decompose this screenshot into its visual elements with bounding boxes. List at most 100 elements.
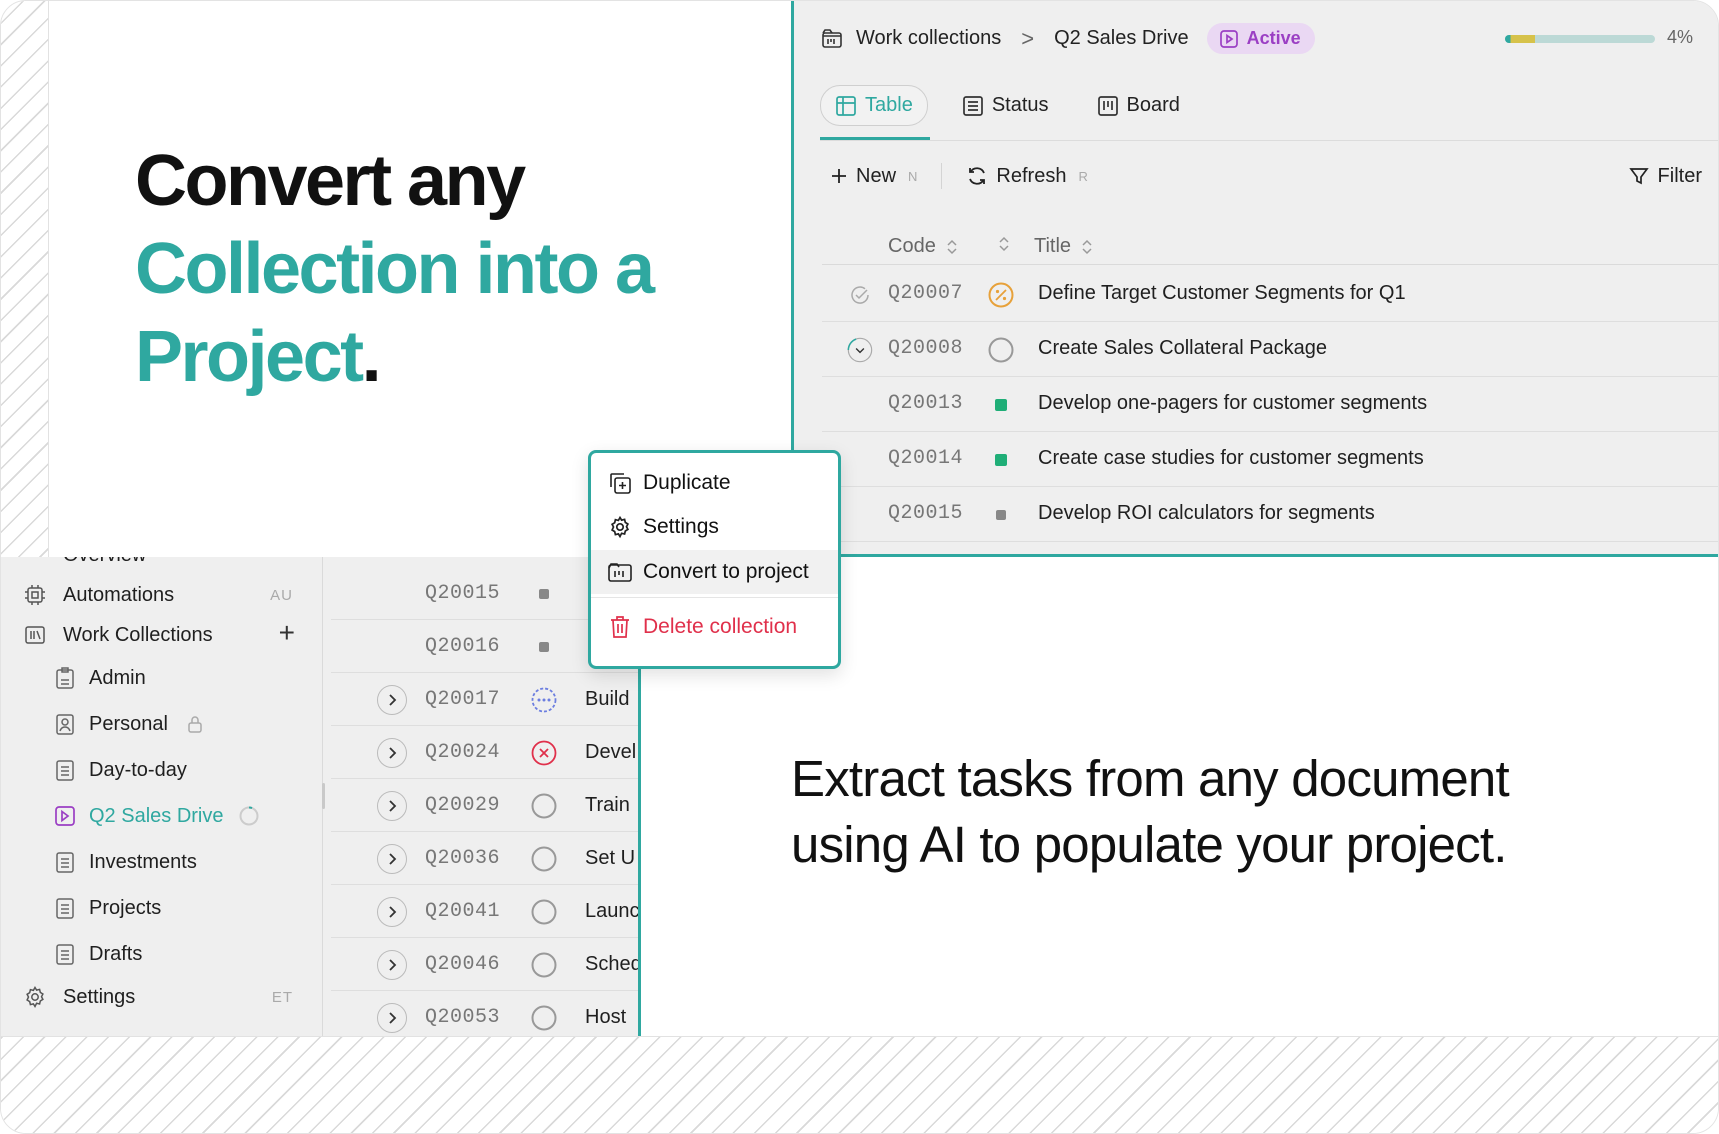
sidebar-item-day-to-day[interactable]: Day-to-day [1,750,323,790]
empty-status-icon[interactable] [530,898,558,926]
sidebar-item-admin[interactable]: Admin [1,658,323,698]
sidebar-item-label: Q2 Sales Drive [89,804,224,827]
table-row[interactable]: Q20013 Develop one-pagers for customer s… [822,377,1718,432]
row-code: Q20013 [888,392,964,415]
tab-board-label: Board [1126,94,1180,116]
table-row[interactable]: Q20008 Create Sales Collateral Package [822,322,1718,377]
refresh-button[interactable]: Refresh R [966,165,1088,188]
empty-status-icon[interactable] [530,845,558,873]
tab-board[interactable]: Board [1083,86,1194,125]
check-circle-icon[interactable] [849,284,871,306]
done-status-icon[interactable] [994,398,1008,412]
list-item[interactable]: Q20046 Sched [331,938,638,991]
empty-status-icon[interactable] [530,951,558,979]
expand-chevron-icon[interactable] [377,950,407,980]
list-item[interactable]: Q20036 Set U [331,832,638,885]
empty-status-icon[interactable] [530,1004,558,1032]
table-row[interactable]: Q20014 Create case studies for customer … [822,432,1718,487]
sort-icon [999,236,1009,251]
table-header: Code Title [822,229,1718,265]
menu-item-label: Settings [643,515,719,538]
tab-table[interactable]: Table [820,85,928,126]
progress-fill [1505,35,1535,43]
collection-panel: Work collections > Q2 Sales Drive Active… [791,1,1718,557]
sidebar-item-work-collections[interactable]: Work Collections + [1,615,323,655]
menu-item-settings[interactable]: Settings [591,505,838,549]
feature-description-line-2: using AI to populate your project. [791,816,1507,873]
filter-button-label: Filter [1657,164,1702,187]
expand-chevron-icon[interactable] [377,738,407,768]
empty-status-icon[interactable] [530,792,558,820]
filter-button[interactable]: Filter [1628,165,1702,188]
row-title: Develop ROI calculators for segments [1038,502,1375,524]
add-collection-button[interactable]: + [279,617,295,649]
partial-status-icon[interactable] [987,281,1015,309]
gear-icon [610,515,630,539]
cancelled-status-icon[interactable] [530,739,558,767]
filter-icon [1628,168,1649,185]
sidebar-item-personal[interactable]: Personal [1,704,323,744]
row-title: Build [585,688,630,710]
list-item[interactable]: Q20017 Build [331,673,638,726]
hero-line-3: Project [135,317,364,397]
table-body: Q20007 Define Target Customer Segments f… [822,267,1718,542]
row-code: Q20016 [425,635,501,658]
in-progress-status-icon[interactable] [530,686,558,714]
new-shortcut: N [908,168,918,184]
collections-icon [822,28,842,48]
list-item[interactable]: Q20041 Launc [331,885,640,938]
breadcrumb-root[interactable]: Work collections [856,27,1001,50]
todo-status-icon[interactable] [538,641,550,653]
row-code: Q20014 [888,447,964,470]
doc-icon [56,944,74,965]
column-title[interactable]: Title [1034,235,1093,258]
list-item[interactable]: Q20024 Devel [331,726,638,779]
row-code: Q20046 [425,953,501,976]
expand-chevron-icon[interactable] [377,791,407,821]
expand-chevron-icon[interactable] [377,1003,407,1033]
list-item[interactable]: Q20029 Train [331,779,638,832]
sidebar-resize-handle[interactable] [322,783,325,809]
sidebar-item-label: Day-to-day [89,758,187,781]
row-title: Launc [585,900,640,922]
column-code[interactable]: Code [888,235,958,258]
expand-chevron-icon[interactable] [846,332,874,368]
sort-icon [947,239,957,254]
list-item[interactable]: Q20053 Host [331,991,638,1036]
sidebar-item-label: Personal [89,712,168,735]
feature-description-line-1: Extract tasks from any document [791,750,1510,807]
todo-status-icon[interactable] [995,509,1007,521]
tab-status-label: Status [991,94,1049,116]
breadcrumb-current[interactable]: Q2 Sales Drive [1054,27,1189,50]
tab-status[interactable]: Status [948,86,1063,125]
new-button-label: New [856,164,897,187]
status-badge[interactable]: Active [1206,23,1315,54]
menu-item-duplicate[interactable]: Duplicate [591,461,838,505]
menu-item-delete-collection[interactable]: Delete collection [591,605,838,649]
sidebar-item-q2-sales-drive[interactable]: Q2 Sales Drive [1,796,323,836]
todo-status-icon[interactable] [538,588,550,600]
doc-icon [56,760,74,781]
sidebar-item-automations[interactable]: Automations AU [1,575,323,615]
sidebar: Overview Automations AU Work Collections… [1,557,325,1036]
done-status-icon[interactable] [994,453,1008,467]
table-row[interactable]: Q20007 Define Target Customer Segments f… [822,267,1718,322]
expand-chevron-icon[interactable] [377,897,407,927]
sidebar-item-overview[interactable]: Overview [1,557,323,575]
column-status-sort[interactable] [998,235,1010,259]
duplicate-icon [610,473,631,494]
sidebar-item-drafts[interactable]: Drafts [1,934,323,974]
expand-chevron-icon[interactable] [377,685,407,715]
expand-chevron-icon[interactable] [377,844,407,874]
sidebar-item-investments[interactable]: Investments [1,842,323,882]
table-row[interactable]: Q20015 Develop ROI calculators for segme… [822,487,1718,542]
sidebar-item-label: Overview [63,557,146,567]
sidebar-item-projects[interactable]: Projects [1,888,323,928]
sidebar-item-settings[interactable]: Settings ET [1,977,323,1017]
menu-item-convert-to-project[interactable]: Convert to project [591,550,838,594]
row-code: Q20036 [425,847,501,870]
screenshot-frame: Convert any Collection into a Project. W… [0,0,1719,1134]
empty-status-icon[interactable] [987,336,1015,364]
row-code: Q20015 [888,502,964,525]
new-button[interactable]: New N [830,165,917,188]
